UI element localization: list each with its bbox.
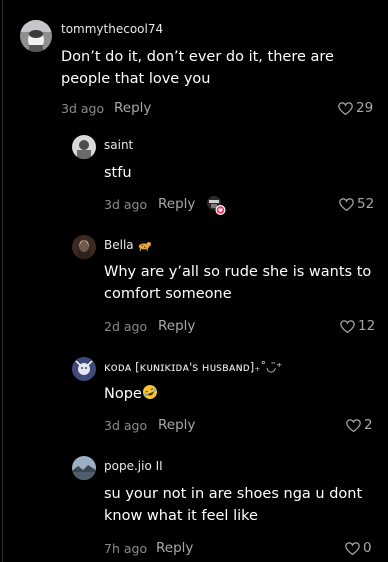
avatar-photo-icon [72, 235, 96, 259]
avatar-photo-icon [72, 357, 96, 381]
avatar[interactable] [72, 357, 96, 381]
avatar[interactable] [20, 20, 52, 52]
avatar[interactable] [72, 135, 96, 159]
reply-timestamp: 7h ago [104, 541, 148, 556]
reply-username[interactable]: pope.jio II [104, 459, 163, 473]
heart-icon [338, 101, 353, 115]
like-count: 52 [357, 196, 375, 212]
avatar-photo-icon [20, 20, 52, 52]
reply-text: Nope [104, 383, 364, 407]
avatar-photo-icon [72, 135, 96, 159]
like-button[interactable]: 2 [346, 417, 373, 433]
reply-button[interactable]: Reply [114, 100, 151, 116]
like-count: 12 [358, 318, 376, 334]
reply-text: su your not in are shoes nga u dont know… [104, 486, 363, 524]
reply-button[interactable]: Reply [158, 196, 195, 212]
comment-username[interactable]: tommythecool74 [61, 22, 163, 36]
reply-text-content: Nope [104, 386, 142, 402]
like-count: 2 [364, 417, 373, 433]
comment-text: Don’t do it, don’t ever do it, there are… [61, 49, 334, 87]
reply-button[interactable]: Reply [156, 540, 193, 556]
reply-timestamp: 3d ago [104, 197, 148, 212]
like-button[interactable]: 52 [339, 196, 374, 212]
reply-username-text: Bella [104, 238, 134, 252]
like-button[interactable]: 12 [340, 318, 375, 334]
reply-text: Why are y’all so rude she is wants to co… [104, 264, 372, 302]
heart-icon [340, 319, 355, 333]
liked-by-creator-badge [205, 194, 227, 216]
heart-icon [346, 418, 361, 432]
like-button[interactable]: 0 [345, 540, 372, 556]
reply-button[interactable]: Reply [158, 318, 195, 334]
reply-username[interactable]: saint [104, 138, 133, 152]
reply-text: stfu [104, 165, 132, 181]
reply-timestamp: 2d ago [104, 319, 148, 334]
creator-avatar-icon [207, 196, 226, 215]
heart-icon [339, 197, 354, 211]
rolling-on-floor-laughing-emoji-icon [142, 384, 158, 407]
like-count: 29 [356, 100, 374, 116]
thread-line [2, 0, 3, 562]
reply-button[interactable]: Reply [158, 417, 195, 433]
avatar-photo-icon [72, 456, 96, 480]
avatar[interactable] [72, 456, 96, 480]
avatar[interactable] [72, 235, 96, 259]
heart-icon [345, 541, 360, 555]
reply-username[interactable]: ᴋᴏᴅᴀ [ᴋᴜɴɪᴋɪᴅᴀ's ʜᴜsʙᴀɴᴅ]₊˚◡̈⁺ [104, 360, 282, 374]
reply-username[interactable]: Bella [104, 238, 152, 254]
reply-timestamp: 3d ago [104, 418, 148, 433]
comment-timestamp: 3d ago [61, 101, 105, 116]
leopard-emoji-icon [137, 240, 152, 254]
like-count: 0 [363, 540, 372, 556]
like-button[interactable]: 29 [338, 100, 373, 116]
